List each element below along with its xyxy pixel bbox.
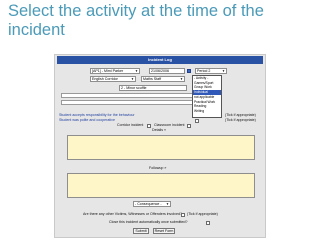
details-label: Details » [152, 128, 166, 132]
behaviour-select[interactable]: 2 - Minor scuffle [119, 85, 187, 91]
witnesses-checkbox[interactable] [181, 213, 185, 217]
details-textarea[interactable] [67, 135, 255, 160]
activity-dropdown-list[interactable]: - Activity - Games/Sport Group Work Individ… [192, 75, 222, 118]
form-header: Incident Log [57, 56, 263, 64]
activity-option[interactable]: Writing [193, 109, 221, 114]
corridor-checkbox[interactable] [147, 124, 151, 128]
polite-checkbox[interactable] [195, 119, 199, 123]
consequence-value: - Consequence - [135, 202, 162, 206]
date-value: 21/06/2006 [151, 69, 169, 73]
chevron-down-icon: ▼ [222, 69, 225, 73]
consequence-select[interactable]: - Consequence - ▼ [133, 201, 171, 207]
student-select-value: [AP1] - Mimi Parker [92, 69, 124, 73]
staff-value: Maths Staff [143, 77, 162, 81]
witnesses-question: Are there any other Victims, Witnesses o… [83, 212, 182, 216]
student-select[interactable]: [AP1] - Mimi Parker ▼ [90, 68, 140, 74]
witnesses-tick-hint: (Tick if appropriate) [187, 212, 218, 216]
close-question: Close this incident automatically once s… [109, 220, 188, 224]
submit-button[interactable]: Submit [133, 228, 149, 234]
corridor-incident-label: Corridor incident [117, 123, 144, 127]
calendar-icon[interactable] [187, 69, 191, 73]
slide-title: Select the activity at the time of the i… [8, 2, 264, 39]
student-polite-label: Student was polite and cooperative [59, 118, 115, 122]
followup-textarea[interactable] [67, 173, 255, 198]
chevron-down-icon: ▼ [166, 202, 169, 206]
location-select[interactable]: English Corridor ▼ [90, 76, 136, 82]
behaviour-value: 2 - Minor scuffle [121, 86, 147, 90]
date-field[interactable]: 21/06/2006 [149, 68, 185, 74]
classroom-checkbox[interactable] [187, 124, 191, 128]
chevron-down-icon: ▼ [180, 77, 183, 81]
reset-form-button[interactable]: Reset Form [153, 228, 175, 234]
incident-log-form: Incident Log [AP1] - Mimi Parker ▼ 21/06/… [54, 54, 266, 238]
chevron-down-icon: ▼ [135, 69, 138, 73]
staff-select[interactable]: Maths Staff ▼ [141, 76, 185, 82]
location-value: English Corridor [92, 77, 118, 81]
close-checkbox[interactable] [206, 221, 210, 225]
tick-hint-2: (Tick if appropriate) [225, 118, 256, 122]
chevron-down-icon: ▼ [131, 77, 134, 81]
period-select[interactable]: Period 2 ▼ [195, 68, 227, 74]
period-value: Period 2 [197, 69, 211, 73]
followup-label: Followup » [149, 166, 167, 170]
